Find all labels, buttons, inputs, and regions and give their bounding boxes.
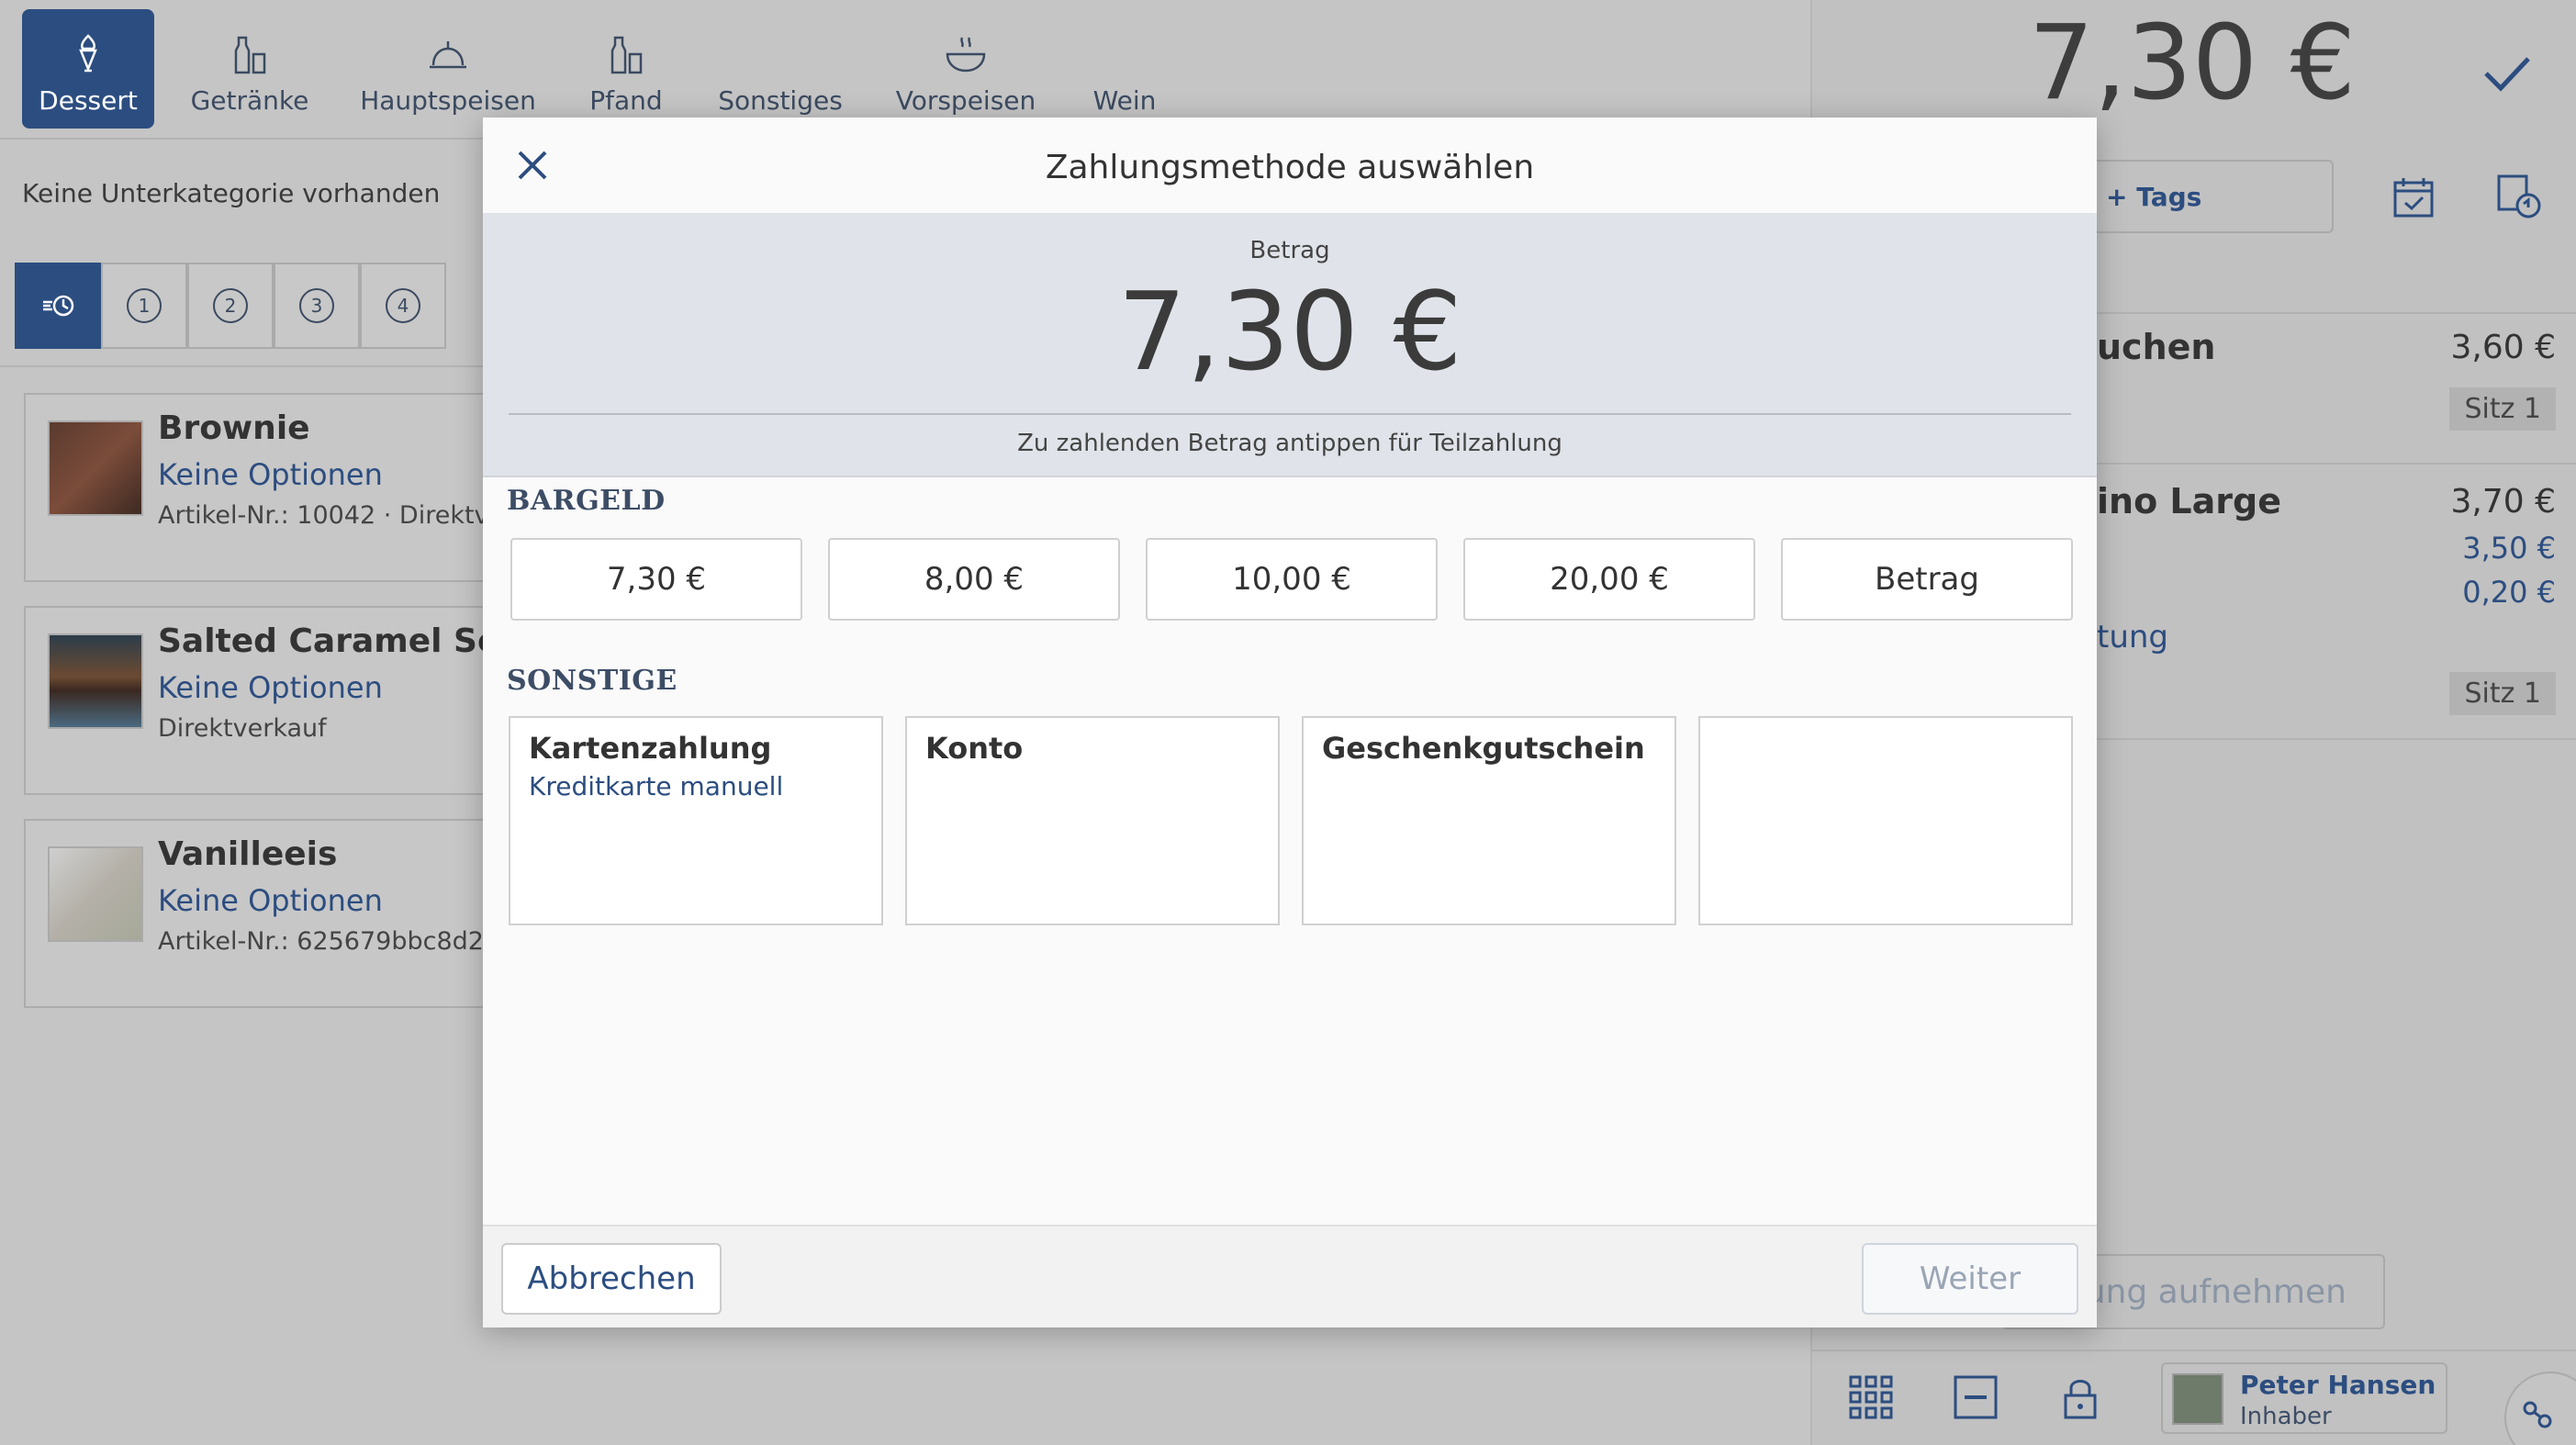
category-label: Wein — [1092, 85, 1157, 116]
product-card[interactable]: Brownie Keine Optionen Artikel-Nr.: 1004… — [24, 393, 514, 582]
cash-option-button[interactable]: 8,00 € — [828, 538, 1120, 621]
filter-label: 3 — [299, 288, 334, 323]
filter-label: 4 — [386, 288, 420, 323]
order-line-subprice: 3,50 € — [2462, 531, 2556, 566]
payment-option-card[interactable]: Konto — [905, 716, 1280, 925]
next-button[interactable]: Weiter — [1862, 1243, 2078, 1315]
cloche-icon — [430, 41, 466, 69]
category-hauptspeisen[interactable]: Hauptspeisen — [360, 9, 536, 129]
dialog-footer: Abbrechen Weiter — [483, 1225, 2097, 1327]
order-line-note: tung — [2097, 619, 2169, 655]
filter-seat-4[interactable]: 4 — [360, 263, 446, 349]
payment-option-card-empty — [1698, 716, 2073, 925]
bottle-glass-icon — [610, 36, 643, 74]
category-label: Hauptspeisen — [360, 85, 536, 116]
amount-panel[interactable]: Betrag 7,30 € Zu zahlenden Betrag antipp… — [483, 213, 2097, 477]
filter-seat-3[interactable]: 3 — [274, 263, 360, 349]
sync-document-icon[interactable] — [2493, 171, 2545, 222]
order-line-price: 3,60 € — [2450, 329, 2556, 366]
category-sonstiges[interactable]: Sonstiges — [716, 9, 845, 129]
seat-badge: Sitz 1 — [2449, 387, 2556, 431]
category-dessert[interactable]: Dessert — [22, 9, 154, 129]
cancel-button[interactable]: Abbrechen — [501, 1243, 722, 1315]
partial-payment-hint: Zu zahlenden Betrag antippen für Teilzah… — [1017, 430, 1562, 457]
payment-option-title: Geschenkgutschein — [1322, 731, 1645, 766]
avatar — [2172, 1373, 2223, 1425]
product-options: Keine Optionen — [158, 883, 383, 918]
product-image — [48, 633, 143, 729]
product-options: Keine Optionen — [158, 670, 383, 705]
product-card[interactable]: Vanilleeis Keine Optionen Artikel-Nr.: 6… — [24, 819, 513, 1008]
category-getraenke[interactable]: Getränke — [184, 9, 316, 129]
ice-cream-icon — [79, 34, 97, 73]
category-pfand[interactable]: Pfand — [562, 9, 690, 129]
subcategory-text: Keine Unterkategorie vorhanden — [22, 178, 441, 208]
check-icon[interactable] — [2475, 40, 2539, 105]
user-card[interactable]: Peter Hansen Inhaber — [2161, 1362, 2447, 1434]
category-label: Dessert — [39, 85, 138, 116]
order-line-price: 3,70 € — [2450, 483, 2556, 521]
section-title-other: SONSTIGE — [507, 665, 678, 697]
order-line-name: ino Large — [2097, 481, 2281, 521]
order-line-name: uchen — [2097, 327, 2216, 367]
close-icon[interactable] — [510, 143, 554, 187]
seat-filter-group: 1 2 3 4 — [15, 263, 446, 349]
dialog-header: Zahlungsmethode auswählen — [483, 118, 2097, 213]
category-vorspeisen[interactable]: Vorspeisen — [890, 9, 1041, 129]
filter-recent[interactable] — [15, 263, 101, 349]
filter-seat-2[interactable]: 2 — [187, 263, 274, 349]
product-options: Keine Optionen — [158, 457, 383, 492]
cash-option-button[interactable]: 7,30 € — [510, 538, 802, 621]
payment-option-card[interactable]: Geschenkgutschein — [1302, 716, 1676, 925]
recent-list-icon — [43, 295, 74, 317]
payment-option-title: Kartenzahlung — [529, 731, 772, 766]
cash-option-button[interactable]: 20,00 € — [1463, 538, 1755, 621]
product-image — [48, 420, 143, 516]
product-meta: Artikel-Nr.: 10042 · Direktver — [158, 501, 515, 530]
payment-method-dialog: Zahlungsmethode auswählen Betrag 7,30 € … — [483, 118, 2097, 1327]
category-label: Getränke — [190, 85, 309, 116]
amount-value[interactable]: 7,30 € — [483, 268, 2097, 395]
filter-seat-1[interactable]: 1 — [101, 263, 187, 349]
dialog-title: Zahlungsmethode auswählen — [1045, 149, 1535, 186]
filter-label: 2 — [213, 288, 248, 323]
amount-label: Betrag — [1249, 237, 1330, 264]
payment-option-card[interactable]: Kartenzahlung Kreditkarte manuell — [509, 716, 883, 925]
product-image — [48, 846, 143, 942]
order-total: 7,30 € — [2028, 4, 2356, 123]
filter-label: 1 — [127, 288, 162, 323]
payment-option-subtitle: Kreditkarte manuell — [529, 771, 784, 801]
payment-option-title: Konto — [925, 731, 1024, 766]
lock-icon[interactable] — [2056, 1373, 2104, 1421]
link-icon — [2523, 1401, 2552, 1428]
section-title-cash: BARGELD — [507, 485, 666, 517]
soup-bowl-icon — [946, 37, 986, 73]
user-role: Inhaber — [2240, 1403, 2332, 1430]
divider — [509, 413, 2071, 415]
seat-badge: Sitz 1 — [2449, 672, 2556, 715]
order-line-subprice: 0,20 € — [2462, 575, 2556, 610]
product-meta: Direktverkauf — [158, 714, 327, 743]
minus-box-icon[interactable] — [1952, 1373, 1999, 1421]
category-label: Vorspeisen — [895, 85, 1036, 116]
user-name: Peter Hansen — [2240, 1370, 2436, 1400]
calendar-check-icon[interactable] — [2391, 174, 2436, 220]
category-label: Pfand — [589, 85, 663, 116]
category-label: Sonstiges — [718, 85, 843, 116]
category-wein[interactable]: Wein — [1074, 9, 1175, 129]
grid-icon[interactable] — [1847, 1373, 1895, 1421]
product-name: Vanilleeis — [158, 835, 338, 873]
product-name: Brownie — [158, 409, 310, 447]
cash-option-button[interactable]: 10,00 € — [1146, 538, 1438, 621]
product-card[interactable]: Salted Caramel Schoko Keine Optionen Dir… — [24, 606, 587, 795]
product-meta: Artikel-Nr.: 625679bbc8d2c8 — [158, 927, 513, 956]
custom-amount-button[interactable]: Betrag — [1781, 538, 2073, 621]
bottle-glass-icon — [234, 36, 266, 74]
